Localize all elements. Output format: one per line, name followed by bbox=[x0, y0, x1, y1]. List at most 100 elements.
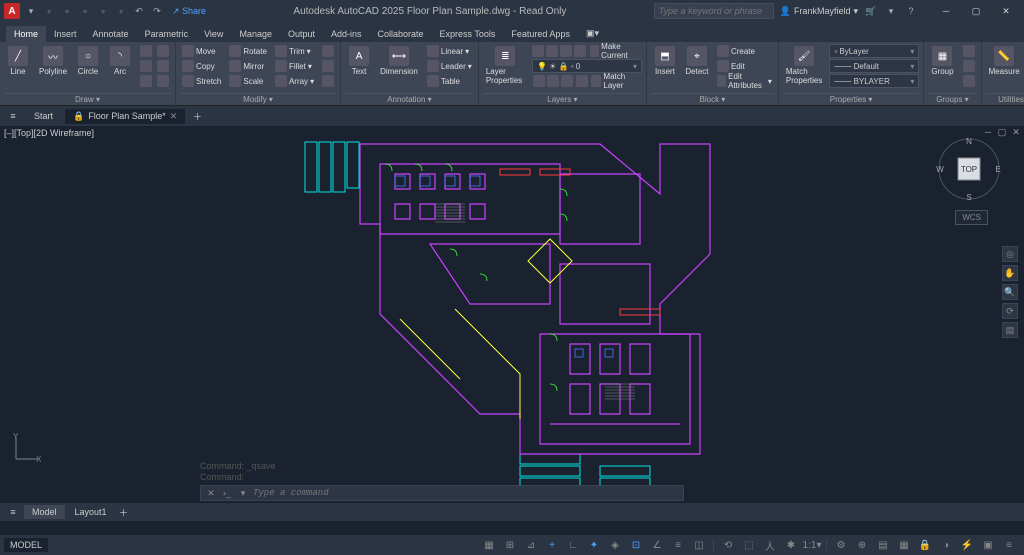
panel-draw-label[interactable]: Draw ▾ bbox=[4, 93, 171, 105]
modify-misc-1[interactable] bbox=[320, 44, 336, 58]
close-button[interactable]: ✕ bbox=[992, 2, 1020, 20]
new-document-tab[interactable]: ＋ bbox=[189, 108, 205, 124]
command-line[interactable]: ✕ ›_ ▾ bbox=[200, 485, 684, 501]
panel-layers-label[interactable]: Layers ▾ bbox=[483, 93, 642, 105]
ribbon-tab-addins[interactable]: Add-ins bbox=[323, 26, 370, 42]
osnap-toggle[interactable]: ⊡ bbox=[627, 537, 645, 553]
edit-block-button[interactable]: Edit bbox=[715, 59, 774, 73]
transparency-toggle[interactable]: ◫ bbox=[690, 537, 708, 553]
save-icon[interactable]: ▫ bbox=[78, 4, 92, 18]
dimension-button[interactable]: ⟷Dimension bbox=[377, 44, 421, 78]
dynamic-input-toggle[interactable]: + bbox=[543, 537, 561, 553]
create-block-button[interactable]: Create bbox=[715, 44, 774, 58]
file-tabs-menu[interactable]: ≡ bbox=[4, 108, 22, 124]
units-toggle[interactable]: ▤ bbox=[874, 537, 892, 553]
nav-orbit-icon[interactable]: ⟳ bbox=[1002, 303, 1018, 319]
draw-misc-1[interactable] bbox=[138, 44, 154, 58]
ribbon-tab-manage[interactable]: Manage bbox=[231, 26, 280, 42]
add-layout-button[interactable]: ＋ bbox=[117, 505, 131, 519]
measure-button[interactable]: 📏Measure bbox=[986, 44, 1023, 78]
fillet-button[interactable]: Fillet ▾ bbox=[273, 59, 316, 73]
saveas-icon[interactable]: ▫ bbox=[96, 4, 110, 18]
viewport-close[interactable]: ✕ bbox=[1010, 126, 1022, 138]
ribbon-tab-annotate[interactable]: Annotate bbox=[85, 26, 137, 42]
otrack-toggle[interactable]: ∠ bbox=[648, 537, 666, 553]
layout1-tab[interactable]: Layout1 bbox=[67, 505, 115, 519]
polyline-button[interactable]: 〰Polyline bbox=[36, 44, 70, 78]
close-tab-icon[interactable]: ✕ bbox=[170, 111, 178, 122]
apps-icon[interactable]: ▾ bbox=[884, 4, 898, 18]
linear-button[interactable]: Linear ▾ bbox=[425, 44, 474, 58]
minimize-button[interactable]: ─ bbox=[932, 2, 960, 20]
3d-osnap[interactable]: ⬚ bbox=[740, 537, 758, 553]
panel-properties-label[interactable]: Properties ▾ bbox=[783, 93, 919, 105]
viewport-label[interactable]: [–][Top][2D Wireframe] bbox=[4, 128, 94, 138]
drawing-canvas[interactable]: [–][Top][2D Wireframe] ─ ▢ ✕ bbox=[0, 126, 1024, 503]
group-misc-3[interactable] bbox=[961, 74, 977, 88]
stretch-button[interactable]: Stretch bbox=[180, 74, 223, 88]
cmd-close-icon[interactable]: ✕ bbox=[205, 487, 217, 499]
draw-misc-6[interactable] bbox=[155, 74, 171, 88]
layer-misc-1[interactable] bbox=[532, 44, 545, 58]
rotate-button[interactable]: Rotate bbox=[227, 44, 269, 58]
qat-menu-icon[interactable]: ▾ bbox=[24, 4, 38, 18]
cart-icon[interactable]: 🛒 bbox=[864, 4, 878, 18]
layer-misc-7[interactable] bbox=[561, 74, 574, 88]
ribbon-tab-home[interactable]: Home bbox=[6, 26, 46, 42]
nav-pan-icon[interactable]: ✋ bbox=[1002, 265, 1018, 281]
iso-toggle[interactable]: ◈ bbox=[606, 537, 624, 553]
plot-icon[interactable]: ▫ bbox=[114, 4, 128, 18]
command-input[interactable] bbox=[253, 488, 679, 498]
layer-misc-3[interactable] bbox=[560, 44, 573, 58]
panel-block-label[interactable]: Block ▾ bbox=[651, 93, 774, 105]
panel-annotation-label[interactable]: Annotation ▾ bbox=[345, 93, 474, 105]
isolate-objects[interactable]: ◑ bbox=[937, 537, 955, 553]
workspace-switching[interactable]: ⚙ bbox=[832, 537, 850, 553]
text-button[interactable]: AText bbox=[345, 44, 373, 78]
start-tab[interactable]: Start bbox=[26, 109, 61, 123]
nav-showmotion-icon[interactable]: ▤ bbox=[1002, 322, 1018, 338]
help-search-input[interactable] bbox=[654, 3, 774, 19]
help-icon[interactable]: ? bbox=[904, 4, 918, 18]
panel-modify-label[interactable]: Modify ▾ bbox=[180, 93, 336, 105]
modify-misc-3[interactable] bbox=[320, 74, 336, 88]
layer-dropdown[interactable]: 💡 ☀ 🔒 ▫ 0▾ bbox=[532, 59, 642, 73]
quick-properties[interactable]: ▦ bbox=[895, 537, 913, 553]
customize-status[interactable]: ≡ bbox=[1000, 537, 1018, 553]
ucs-icon[interactable]: Y X bbox=[12, 433, 42, 463]
layout-menu-icon[interactable]: ≡ bbox=[4, 504, 22, 520]
annotation-visibility[interactable]: ✱ bbox=[782, 537, 800, 553]
model-space-button[interactable]: MODEL bbox=[4, 538, 48, 552]
draw-misc-3[interactable] bbox=[138, 59, 154, 73]
redo-icon[interactable]: ↷ bbox=[150, 4, 164, 18]
linetype-dropdown[interactable]: ─── BYLAYER▾ bbox=[829, 74, 919, 88]
wcs-badge[interactable]: WCS bbox=[955, 210, 988, 225]
lock-ui[interactable]: 🔒 bbox=[916, 537, 934, 553]
make-current-button[interactable]: Make Current bbox=[588, 44, 642, 58]
app-badge[interactable]: A bbox=[4, 3, 20, 19]
hardware-accel[interactable]: ⚡ bbox=[958, 537, 976, 553]
arc-button[interactable]: ◝Arc bbox=[106, 44, 134, 78]
leader-button[interactable]: Leader ▾ bbox=[425, 59, 474, 73]
layer-misc-4[interactable] bbox=[574, 44, 587, 58]
maximize-button[interactable]: ▢ bbox=[962, 2, 990, 20]
grid-toggle[interactable]: ▦ bbox=[480, 537, 498, 553]
match-layer-button[interactable]: Match Layer bbox=[589, 74, 642, 88]
ribbon-tab-featured[interactable]: Featured Apps bbox=[503, 26, 578, 42]
group-misc-1[interactable] bbox=[961, 44, 977, 58]
panel-utilities-label[interactable]: Utilities ▾ bbox=[986, 93, 1024, 105]
nav-wheel-icon[interactable]: ◎ bbox=[1002, 246, 1018, 262]
scale-button[interactable]: Scale bbox=[227, 74, 269, 88]
open-icon[interactable]: ▫ bbox=[60, 4, 74, 18]
model-tab[interactable]: Model bbox=[24, 505, 65, 519]
array-button[interactable]: Array ▾ bbox=[273, 74, 316, 88]
detect-button[interactable]: ⌖Detect bbox=[683, 44, 711, 78]
mirror-button[interactable]: Mirror bbox=[227, 59, 269, 73]
modify-misc-2[interactable] bbox=[320, 59, 336, 73]
layer-properties-button[interactable]: ≣Layer Properties bbox=[483, 44, 528, 87]
group-misc-2[interactable] bbox=[961, 59, 977, 73]
layer-misc-8[interactable] bbox=[575, 74, 588, 88]
ribbon-tab-collaborate[interactable]: Collaborate bbox=[370, 26, 432, 42]
ortho-toggle[interactable]: ∟ bbox=[564, 537, 582, 553]
layer-misc-2[interactable] bbox=[546, 44, 559, 58]
